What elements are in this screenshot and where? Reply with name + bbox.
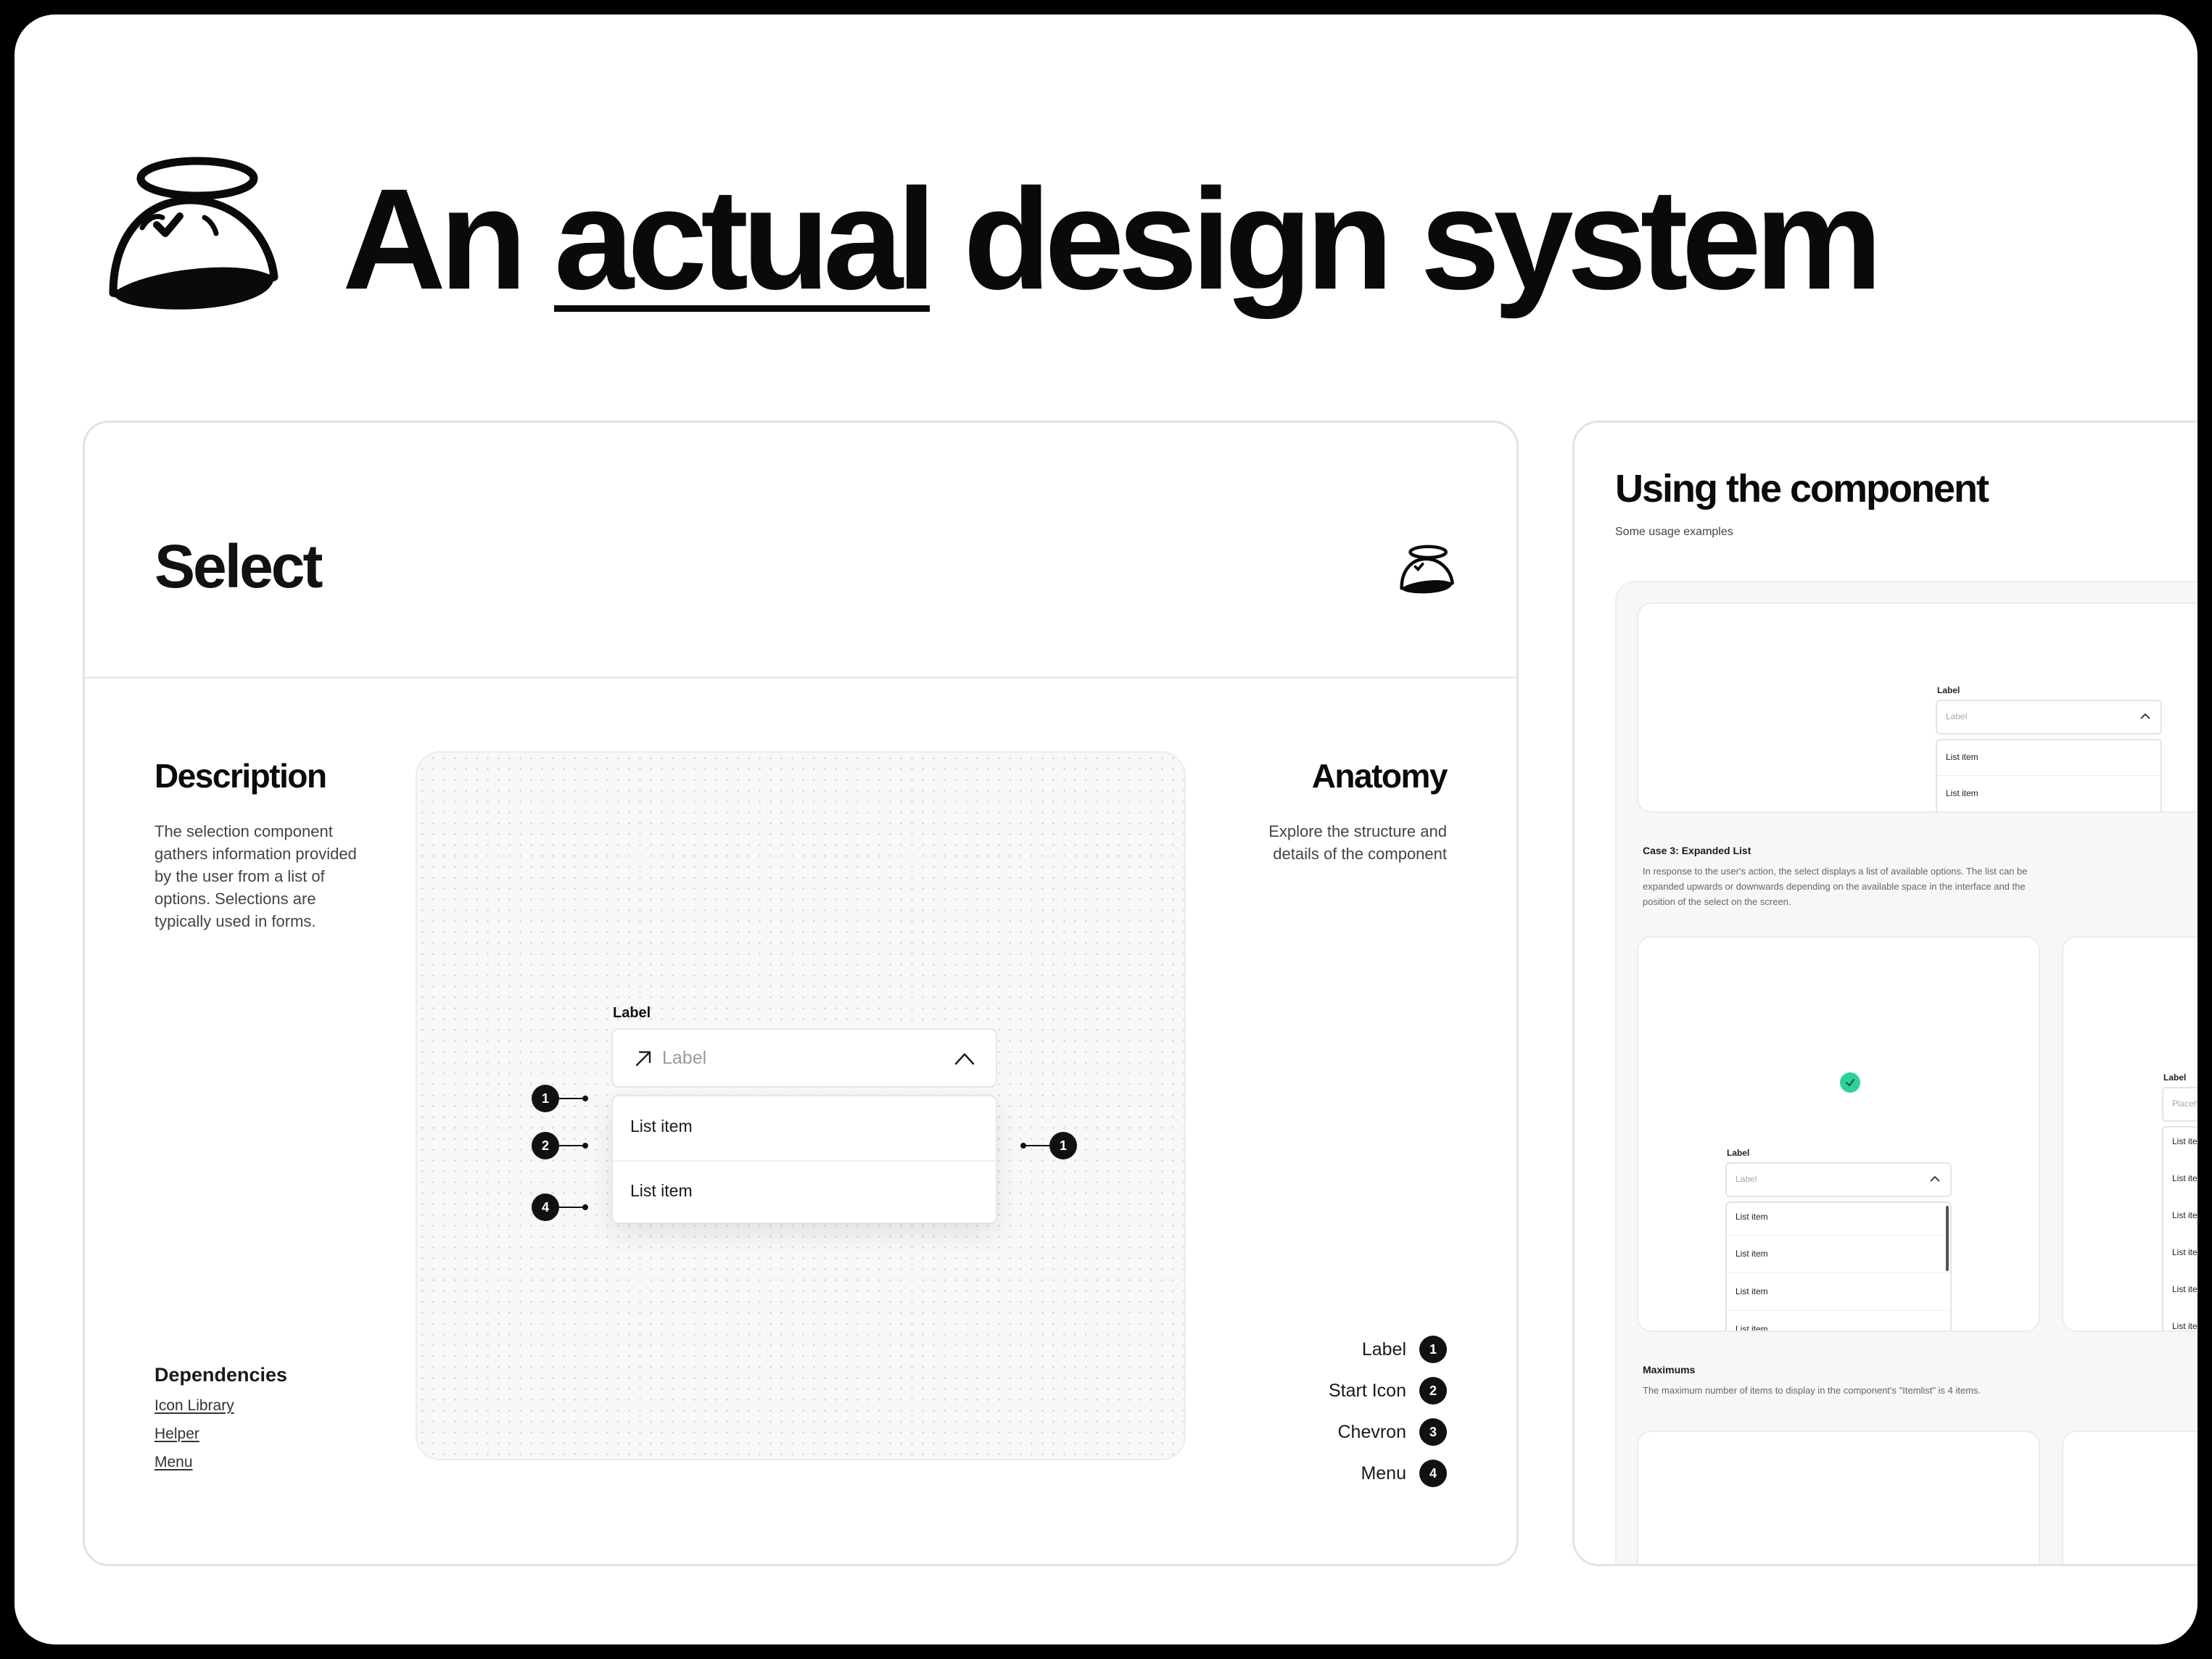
hero-title: An actual design system	[342, 159, 1883, 319]
anatomy-legend-row: Chevron 3	[1337, 1418, 1447, 1447]
dependency-link-icon-library[interactable]: Icon Library	[154, 1397, 234, 1415]
example-list-item[interactable]: List item	[2172, 1173, 2197, 1183]
anatomy-title: Anatomy	[1311, 757, 1448, 795]
chevron-up-icon	[2140, 713, 2150, 719]
halo-dome-mascot-icon	[1400, 545, 1454, 594]
maximums-text: The maximum number of items to display i…	[1643, 1385, 1981, 1396]
example-card	[2062, 1431, 2197, 1564]
arrow-up-right-icon	[635, 1051, 651, 1067]
example-card: Label Placeho List item List item List i…	[2062, 936, 2197, 1332]
example-placeholder: Label	[1736, 1174, 1757, 1184]
example-list-item[interactable]: List item	[2172, 1284, 2197, 1294]
component-title: Select	[154, 532, 323, 600]
example-label: Label	[1937, 685, 1960, 695]
anatomy-legend-row: Label 1	[1362, 1335, 1447, 1364]
example-card	[1637, 1431, 2040, 1564]
example-select-field[interactable]: Label	[1936, 700, 2162, 735]
legend-badge: 4	[1419, 1460, 1447, 1487]
dependency-link-helper[interactable]: Helper	[154, 1426, 199, 1443]
example-card: Label Label List item List item	[1637, 603, 2197, 813]
legend-label: Chevron	[1337, 1421, 1407, 1442]
menu-list-item[interactable]: List item	[630, 1117, 693, 1136]
presentation-frame: An actual design system Select Descripti…	[15, 15, 2197, 1644]
select-field[interactable]: Label	[611, 1028, 997, 1088]
example-list-item[interactable]: List item	[1736, 1286, 1768, 1296]
example-list-item[interactable]: List item	[1946, 788, 1978, 798]
usage-examples-area: Label Label List item List item Case 3: …	[1615, 581, 2197, 1564]
legend-label: Start Icon	[1329, 1380, 1406, 1401]
menu-list-item[interactable]: List item	[630, 1181, 693, 1201]
usage-title: Using the component	[1615, 467, 1989, 510]
anatomy-text: Explore the structure and details of the…	[1268, 822, 1447, 863]
case3-heading: Case 3: Expanded List	[1643, 845, 1751, 856]
marker-badge: 1	[532, 1085, 559, 1112]
anatomy-marker: 1	[532, 1085, 588, 1112]
case3-text: In response to the user's action, the se…	[1643, 866, 2028, 907]
example-list-item[interactable]: List item	[2172, 1247, 2197, 1257]
legend-label: Menu	[1361, 1463, 1406, 1484]
example-list-item[interactable]: List item	[1946, 752, 1978, 762]
usage-subtitle: Some usage examples	[1615, 526, 1733, 538]
example-list-item[interactable]: List item	[1736, 1212, 1768, 1222]
hero-title-emphasis: actual	[553, 159, 936, 319]
example-menu: List item List item List item List item …	[2162, 1126, 2197, 1331]
example-placeholder: Label	[1946, 711, 1968, 721]
success-check-icon	[1840, 1072, 1860, 1093]
anatomy-canvas: Label Label List item List item 1 2 4 1	[416, 751, 1186, 1460]
example-placeholder: Placeho	[2172, 1099, 2197, 1109]
chevron-up-icon	[1930, 1175, 1940, 1182]
header-divider	[85, 677, 1516, 679]
anatomy-marker: 1	[1020, 1132, 1077, 1159]
anatomy-legend-row: Menu 4	[1361, 1459, 1447, 1488]
legend-badge: 3	[1419, 1418, 1447, 1446]
example-card: Label Label List item List item List ite…	[1637, 936, 2040, 1332]
chevron-up-icon[interactable]	[954, 1051, 975, 1067]
halo-dome-mascot-icon	[109, 157, 278, 310]
hero-title-pre: An	[342, 159, 527, 319]
marker-badge: 1	[1049, 1132, 1077, 1159]
example-list-item[interactable]: List item	[2172, 1136, 2197, 1146]
example-menu: List item List item	[1936, 739, 2162, 811]
select-placeholder: Label	[662, 1048, 707, 1068]
usage-card: Using the component Some usage examples …	[1572, 421, 2197, 1566]
example-menu: List item List item List item List item	[1725, 1201, 1952, 1331]
example-label: Label	[2163, 1072, 2187, 1083]
menu-divider	[613, 1160, 996, 1162]
description-text: The selection component gathers informat…	[154, 822, 357, 930]
example-select-field[interactable]: Label	[1725, 1162, 1952, 1197]
legend-badge: 1	[1419, 1336, 1447, 1363]
legend-badge: 2	[1419, 1377, 1447, 1404]
menu-scrollbar[interactable]	[1946, 1206, 1949, 1271]
example-list-item[interactable]: List item	[2172, 1321, 2197, 1331]
dependency-link-menu[interactable]: Menu	[154, 1454, 193, 1471]
example-list-item[interactable]: List item	[1736, 1324, 1768, 1331]
hero-title-post: design system	[963, 159, 1883, 319]
legend-label: Label	[1361, 1339, 1406, 1360]
description-title: Description	[154, 757, 327, 795]
anatomy-legend-row: Start Icon 2	[1329, 1376, 1447, 1405]
anatomy-marker: 4	[532, 1193, 588, 1221]
dependencies-title: Dependencies	[154, 1364, 288, 1386]
marker-badge: 4	[532, 1193, 559, 1221]
example-list-item[interactable]: List item	[2172, 1210, 2197, 1220]
select-doc-card: Select Description The selection compone…	[83, 421, 1519, 1566]
example-list-item[interactable]: List item	[1736, 1249, 1768, 1259]
example-select-field[interactable]: Placeho	[2162, 1087, 2197, 1122]
marker-badge: 2	[532, 1132, 559, 1159]
example-label: Label	[1727, 1148, 1750, 1158]
anatomy-marker: 2	[532, 1132, 588, 1159]
select-menu: List item List item	[611, 1095, 997, 1224]
select-label: Label	[613, 1005, 651, 1021]
maximums-heading: Maximums	[1643, 1364, 1696, 1375]
